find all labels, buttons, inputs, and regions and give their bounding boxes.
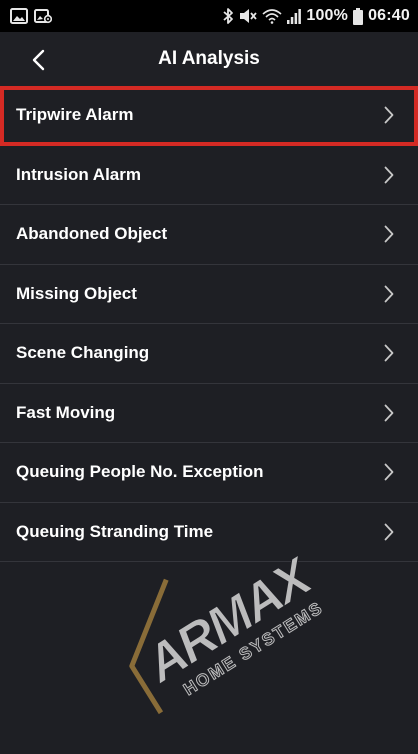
menu-item-scene-changing[interactable]: Scene Changing [0,324,418,384]
watermark-brand: ARMAX [134,546,324,695]
menu-item-label: Missing Object [16,283,137,303]
menu-item-label: Queuing Stranding Time [16,521,214,541]
status-bar: 100% 06:40 [0,0,418,32]
menu-list: Tripwire Alarm Intrusion Alarm Abandoned… [0,86,418,562]
menu-item-label: Fast Moving [16,402,116,422]
bluetooth-icon [222,7,234,25]
menu-item-label: Intrusion Alarm [16,164,141,184]
status-left [10,8,52,24]
wifi-icon [262,8,282,24]
menu-item-fast-moving[interactable]: Fast Moving [0,383,418,443]
menu-item-missing-object[interactable]: Missing Object [0,264,418,324]
status-time: 06:40 [368,7,410,24]
menu-item-intrusion-alarm[interactable]: Intrusion Alarm [0,145,418,205]
chevron-right-icon [382,403,396,423]
chevron-right-icon [382,522,396,542]
screen: 100% 06:40 AI Analysis Tripwire Alarm In… [0,0,418,754]
chevron-right-icon [382,165,396,185]
menu-item-queuing-stranding-time[interactable]: Queuing Stranding Time [0,502,418,562]
menu-item-label: Queuing People No. Exception [16,462,264,482]
chevron-right-icon [382,343,396,363]
menu-item-tripwire-alarm[interactable]: Tripwire Alarm [0,86,418,146]
title-bar: AI Analysis [0,32,418,86]
chevron-right-icon [382,462,396,482]
back-button[interactable] [22,44,54,76]
menu-item-abandoned-object[interactable]: Abandoned Object [0,205,418,265]
watermark-tagline: HOME SYSTEMS [180,598,327,699]
battery-icon [353,7,364,25]
chevron-left-icon [31,49,45,71]
chevron-right-icon [382,224,396,244]
battery-percent: 100% [306,7,349,24]
menu-item-label: Tripwire Alarm [16,105,134,125]
menu-item-label: Abandoned Object [16,224,168,244]
page-title: AI Analysis [158,48,260,69]
chevron-right-icon [382,105,396,125]
chevron-right-icon [382,284,396,304]
image-settings-icon [34,8,52,24]
menu-item-label: Scene Changing [16,343,150,363]
status-right: 100% 06:40 [222,7,410,25]
mute-icon [239,8,258,24]
signal-icon [287,8,302,24]
menu-item-queuing-people-no-exception[interactable]: Queuing People No. Exception [0,443,418,503]
gallery-icon [10,8,28,24]
